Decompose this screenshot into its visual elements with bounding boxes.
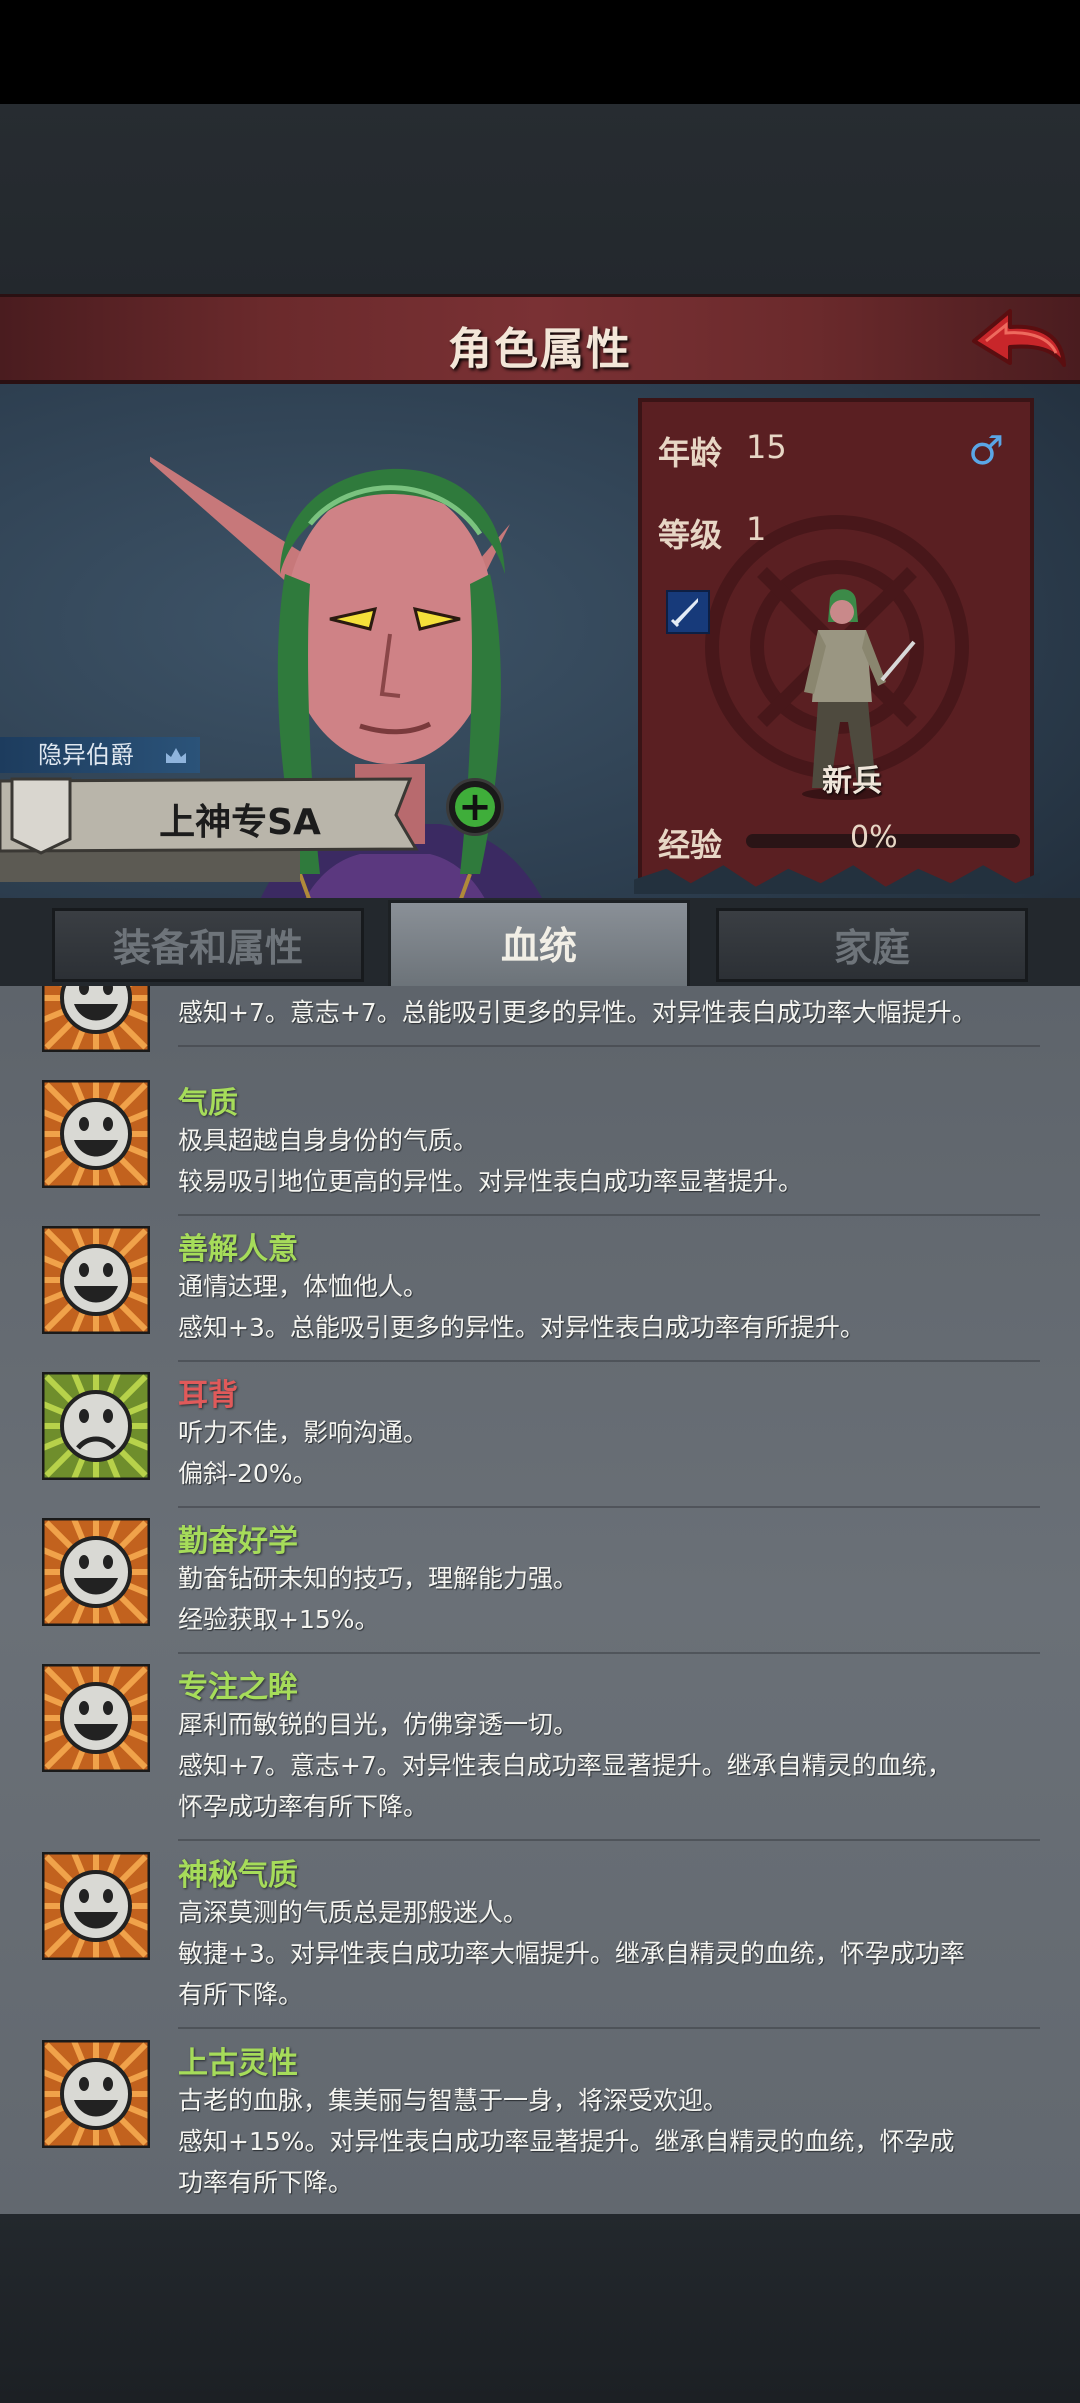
trait-description: 敏捷+3。对异性表白成功率大幅提升。继承自精灵的血统，怀孕成功率 (178, 1939, 965, 1968)
trait-name: 神秘气质 (178, 1858, 298, 1893)
name-banner: 上神专SA (0, 775, 420, 855)
tab-equipment[interactable]: 装备和属性 (52, 908, 364, 982)
sad-face-icon (26, 1356, 166, 1496)
trait-description: 感知+3。总能吸引更多的异性。对异性表白成功率有所提升。 (178, 1313, 865, 1342)
trait-description: 感知+15%。对异性表白成功率显著提升。继承自精灵的血统，怀孕成 (178, 2127, 955, 2156)
exp-value: 0% (850, 820, 898, 855)
trait-description: 有所下降。 (178, 1980, 304, 2009)
unit-class-name: 新兵 (822, 764, 882, 799)
trait-divider (178, 1652, 1040, 1654)
trait-divider (178, 1839, 1040, 1841)
shield-icon (10, 777, 72, 855)
trait-description: 经验获取+15%。 (178, 1605, 380, 1634)
happy-face-icon (26, 1064, 166, 1204)
level-label: 等级 (658, 516, 723, 554)
age-label: 年龄 (658, 434, 723, 472)
bottom-backdrop (0, 2214, 1080, 2403)
tab-bar: 装备和属性 血统 家庭 (0, 898, 1080, 986)
info-card: 年龄 15 ♂ 等级 1 新兵 经验 0% (638, 398, 1034, 894)
add-button[interactable]: + (446, 778, 504, 836)
trait-divider (178, 1506, 1040, 1508)
trait-description: 通情达理，体恤他人。 (178, 1272, 429, 1301)
status-bar-area (0, 0, 1080, 104)
trait-description: 高深莫测的气质总是那般迷人。 (178, 1898, 529, 1927)
trait-divider (178, 2027, 1040, 2029)
trait-description: 怀孕成功率有所下降。 (178, 1792, 429, 1821)
trait-description: 功率有所下降。 (178, 2168, 354, 2197)
top-backdrop (0, 104, 1080, 294)
trait-description: 勤奋钻研未知的技巧，理解能力强。 (178, 1564, 579, 1593)
male-gender-icon: ♂ (968, 428, 1004, 474)
happy-face-icon (26, 1210, 166, 1350)
title-bar: 角色属性 (0, 294, 1080, 384)
trait-divider (178, 1045, 1040, 1047)
back-button[interactable] (966, 301, 1070, 379)
dagger-weapon-icon[interactable] (666, 590, 710, 634)
crown-icon (166, 748, 186, 763)
happy-face-icon (26, 1836, 166, 1976)
trait-name: 勤奋好学 (178, 1524, 298, 1559)
level-value: 1 (746, 510, 767, 548)
trait-name: 上古灵性 (178, 2046, 298, 2081)
tab-bloodline[interactable]: 血统 (388, 900, 690, 986)
trait-description: 犀利而敏锐的目光，仿佛穿透一切。 (178, 1710, 579, 1739)
trait-description: 极具超越自身身份的气质。 (178, 1126, 479, 1155)
trait-list[interactable]: 感知+7。意志+7。总能吸引更多的异性。对异性表白成功率大幅提升。 气质极具超越… (0, 986, 1080, 2214)
character-name: 上神专SA (159, 802, 321, 843)
trait-divider (178, 1214, 1040, 1216)
character-hero: 隐异伯爵 上神专SA + 年龄 15 ♂ 等级 1 新兵 经验 0% (0, 384, 1080, 984)
trait-name: 专注之眸 (178, 1670, 298, 1705)
trait-description: 听力不佳，影响沟通。 (178, 1418, 429, 1447)
tab-family[interactable]: 家庭 (716, 908, 1028, 982)
happy-face-icon (42, 986, 150, 1064)
exp-label: 经验 (658, 826, 723, 864)
noble-title-text: 隐异伯爵 (38, 741, 134, 769)
trait-name: 善解人意 (178, 1232, 298, 1267)
age-value: 15 (746, 428, 787, 466)
trait-description: 感知+7。意志+7。对异性表白成功率显著提升。继承自精灵的血统， (178, 1751, 952, 1780)
page-title: 角色属性 (448, 324, 632, 375)
character-portrait (150, 456, 570, 984)
trait-description: 偏斜-20%。 (178, 1459, 318, 1488)
happy-face-icon (26, 1648, 166, 1788)
noble-title-label: 隐异伯爵 (0, 737, 200, 773)
trait-name: 气质 (178, 1086, 238, 1121)
back-arrow-icon (972, 309, 1066, 367)
happy-face-icon (26, 1502, 166, 1642)
trait-name: 耳背 (178, 1378, 238, 1413)
trait-divider (178, 1360, 1040, 1362)
trait-description: 感知+7。意志+7。总能吸引更多的异性。对异性表白成功率大幅提升。 (178, 998, 977, 1027)
plus-icon: + (458, 784, 492, 830)
trait-description: 古老的血脉，集美丽与智慧于一身，将深受欢迎。 (178, 2086, 729, 2115)
happy-face-icon (26, 2024, 166, 2164)
trait-description: 较易吸引地位更高的异性。对异性表白成功率显著提升。 (178, 1167, 804, 1196)
